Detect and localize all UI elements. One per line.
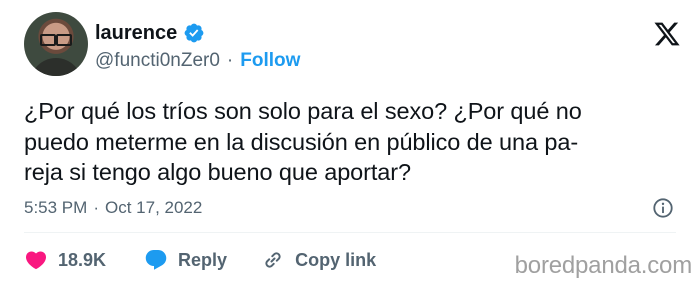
link-icon — [265, 252, 281, 268]
tweet-text: ¿Por qué los tríos son solo para el sexo… — [24, 96, 689, 188]
avatar[interactable] — [24, 12, 88, 76]
copy-link-button[interactable]: Copy link — [261, 248, 376, 272]
tweet-header: laurence @functi0nZer0 · Follow — [24, 12, 684, 82]
reply-label: Reply — [178, 249, 228, 270]
handle-row: @functi0nZer0 · Follow — [95, 48, 300, 74]
x-logo-icon[interactable] — [652, 20, 682, 48]
follow-button[interactable]: Follow — [240, 50, 300, 72]
divider — [24, 232, 676, 233]
reply-button[interactable]: Reply — [144, 248, 227, 272]
copy-link-label: Copy link — [295, 249, 377, 270]
tweet-time: 5:53 PM — [24, 198, 88, 217]
separator-dot: · — [93, 198, 99, 217]
heart-icon — [25, 251, 47, 270]
tweet-text-line: reja si tengo algo bueno que aportar? — [24, 159, 411, 185]
action-bar: 18.9K Reply Copy link — [24, 246, 376, 274]
watermark: boredpanda.com — [514, 252, 693, 279]
separator-dot: · — [226, 50, 234, 71]
user-handle[interactable]: @functi0nZer0 — [95, 50, 220, 72]
like-count: 18.9K — [58, 249, 107, 270]
tweet-text-line: ¿Por qué los tríos son solo para el sexo… — [24, 98, 582, 124]
display-name[interactable]: laurence — [95, 22, 177, 45]
tweet-date: Oct 17, 2022 — [104, 198, 203, 217]
info-icon[interactable] — [652, 197, 674, 219]
name-row: laurence — [95, 20, 205, 46]
tweet-timestamp[interactable]: 5:53 PM · Oct 17, 2022 — [24, 198, 202, 218]
speech-bubble-icon — [145, 250, 167, 270]
tweet-text-line: puedo meterme en la discusión en público… — [24, 128, 579, 155]
verified-badge-icon — [184, 23, 204, 43]
like-button[interactable]: 18.9K — [24, 248, 106, 272]
